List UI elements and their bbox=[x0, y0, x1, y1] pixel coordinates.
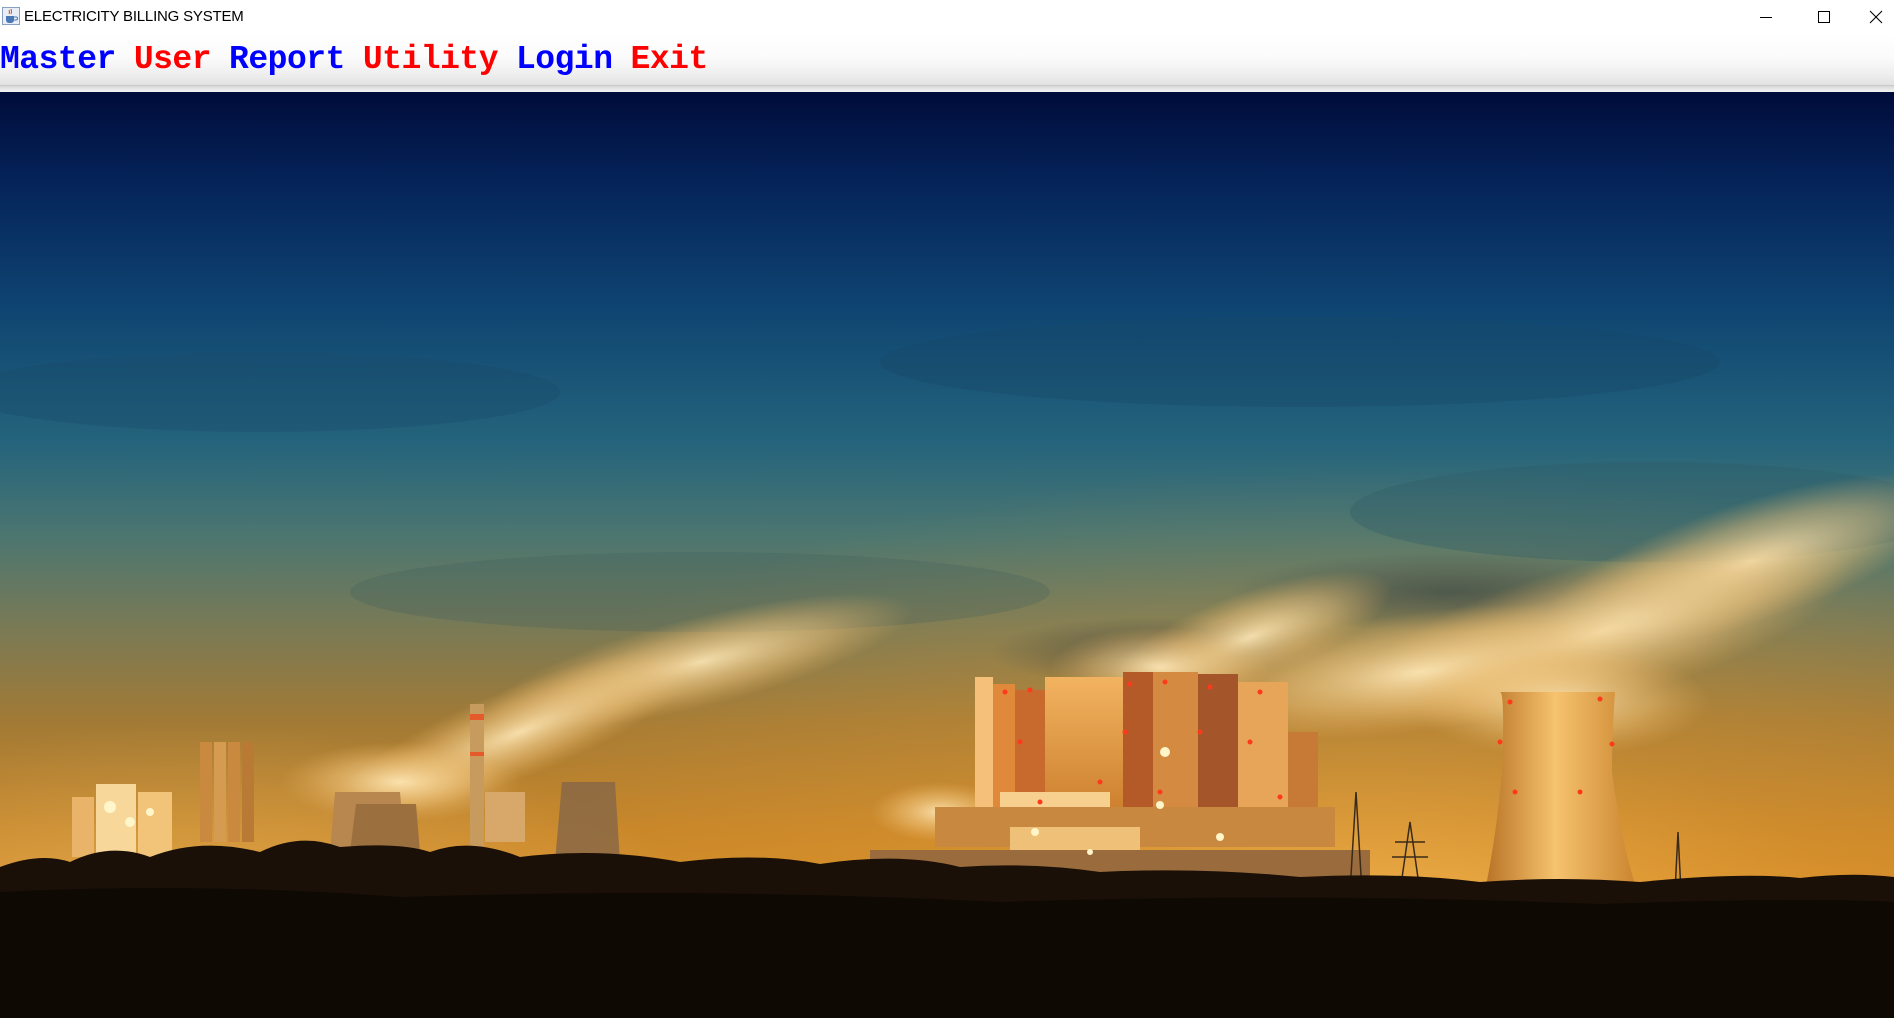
menu-login[interactable]: Login bbox=[516, 34, 613, 86]
java-cup-icon bbox=[2, 7, 20, 25]
close-icon bbox=[1869, 10, 1883, 24]
menu-utility[interactable]: Utility bbox=[363, 34, 499, 86]
maximize-icon bbox=[1818, 11, 1830, 23]
title-bar[interactable]: ELECTRICITY BILLING SYSTEM bbox=[0, 0, 1894, 34]
minimize-button[interactable] bbox=[1738, 0, 1794, 34]
menu-user[interactable]: User bbox=[134, 34, 212, 86]
menu-exit[interactable]: Exit bbox=[631, 34, 709, 86]
menu-master[interactable]: Master bbox=[0, 34, 116, 86]
minimize-icon bbox=[1760, 17, 1772, 18]
application-window: ELECTRICITY BILLING SYSTEM Master User R… bbox=[0, 0, 1894, 1018]
menu-report[interactable]: Report bbox=[229, 34, 345, 86]
window-title: ELECTRICITY BILLING SYSTEM bbox=[24, 8, 244, 25]
maximize-button[interactable] bbox=[1796, 0, 1852, 34]
menu-bar: Master User Report Utility Login Exit bbox=[0, 34, 1894, 86]
power-plant-night-image bbox=[0, 92, 1894, 1018]
close-button[interactable] bbox=[1854, 0, 1894, 34]
